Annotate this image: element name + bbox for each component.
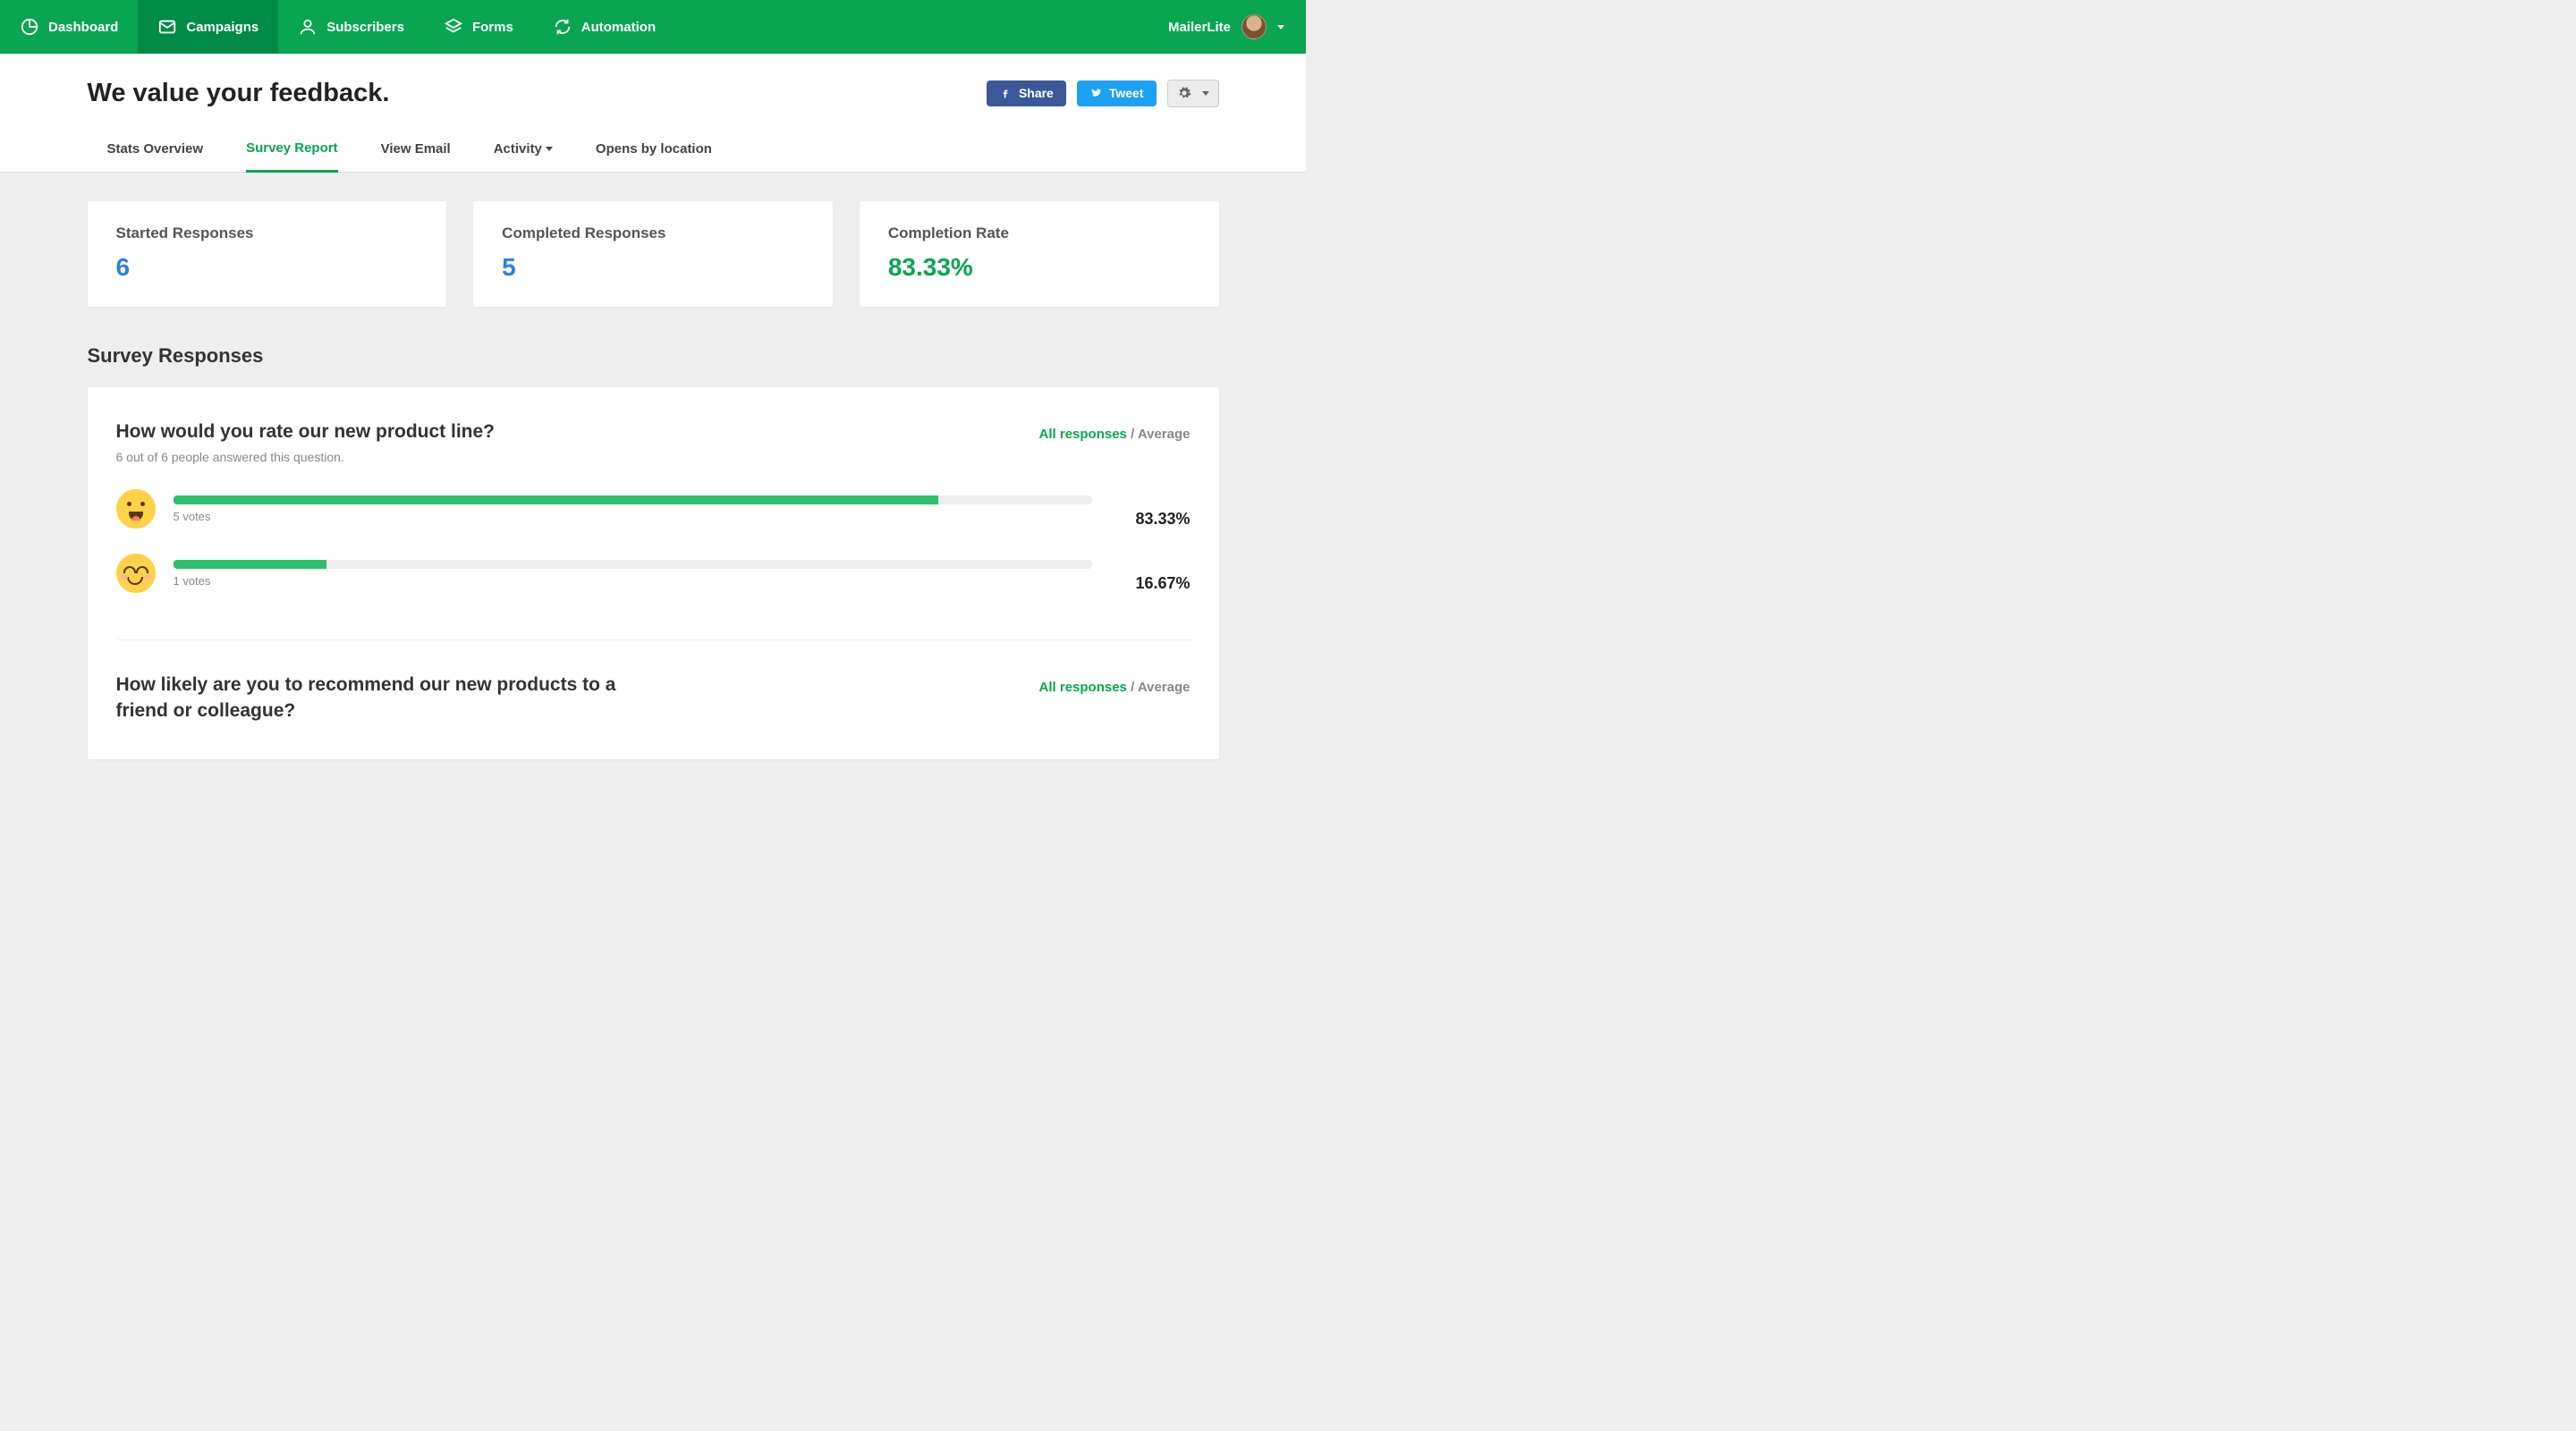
percent-text: 16.67% — [1110, 574, 1191, 593]
stat-value: 83.33% — [888, 253, 1191, 282]
emoji-smile-icon — [116, 554, 156, 593]
progress-bar — [174, 560, 1092, 569]
stat-label: Started Responses — [116, 224, 419, 242]
nav-dashboard[interactable]: Dashboard — [0, 0, 138, 54]
survey-card: How would you rate our new product line?… — [88, 387, 1219, 759]
mail-icon — [157, 17, 177, 37]
question-title: How likely are you to recommend our new … — [116, 673, 671, 724]
tab-opens-by-location[interactable]: Opens by location — [596, 131, 712, 172]
toggle-separator: / — [1131, 680, 1138, 695]
response-row: 1 votes 16.67% — [116, 554, 1191, 593]
tab-view-email[interactable]: View Email — [381, 131, 451, 172]
divider — [116, 639, 1191, 640]
toggle-separator: / — [1131, 427, 1138, 442]
tab-stats-overview[interactable]: Stats Overview — [107, 131, 204, 172]
header-band: We value your feedback. Share Tweet Stat… — [0, 54, 1306, 173]
response-toggle: All responses / Average — [1039, 427, 1191, 442]
facebook-icon — [999, 87, 1012, 99]
votes-text: 1 votes — [174, 574, 1092, 588]
question-block: How would you rate our new product line?… — [116, 419, 1191, 620]
settings-button[interactable] — [1167, 80, 1219, 107]
layers-icon — [444, 17, 463, 37]
question-subtitle: 6 out of 6 people answered this question… — [116, 450, 496, 464]
share-button[interactable]: Share — [987, 80, 1066, 106]
stat-card-completed: Completed Responses 5 — [473, 201, 833, 307]
nav-label: Automation — [581, 20, 656, 35]
page-title: We value your feedback. — [88, 79, 390, 108]
top-nav: Dashboard Campaigns Subscribers Forms Au… — [0, 0, 1306, 54]
nav-label: Campaigns — [186, 20, 258, 35]
response-row: 5 votes 83.33% — [116, 489, 1191, 529]
stat-card-started: Started Responses 6 — [88, 201, 447, 307]
user-icon — [298, 17, 318, 37]
nav-label: Subscribers — [326, 20, 404, 35]
tweet-button[interactable]: Tweet — [1077, 80, 1157, 106]
nav-label: Forms — [472, 20, 513, 35]
tab-survey-report[interactable]: Survey Report — [246, 131, 338, 173]
tabs: Stats Overview Survey Report View Email … — [88, 131, 1219, 172]
chevron-down-icon — [546, 147, 553, 151]
percent-text: 83.33% — [1110, 510, 1191, 529]
response-toggle: All responses / Average — [1039, 680, 1191, 695]
votes-text: 5 votes — [174, 510, 1092, 523]
question-block: How likely are you to recommend our new … — [116, 673, 1191, 750]
nav-automation[interactable]: Automation — [533, 0, 675, 54]
nav-forms[interactable]: Forms — [424, 0, 533, 54]
share-label: Share — [1019, 86, 1054, 100]
chevron-down-icon — [1202, 91, 1209, 96]
tweet-label: Tweet — [1109, 86, 1144, 100]
emoji-happy-icon — [116, 489, 156, 529]
brand-name: MailerLite — [1168, 20, 1231, 35]
stat-value: 5 — [502, 253, 804, 282]
stat-value: 6 — [116, 253, 419, 282]
nav-label: Dashboard — [48, 20, 118, 35]
avatar[interactable] — [1241, 14, 1267, 39]
stat-label: Completion Rate — [888, 224, 1191, 242]
toggle-all-responses[interactable]: All responses — [1039, 680, 1127, 695]
refresh-icon — [553, 17, 572, 37]
twitter-icon — [1089, 87, 1102, 99]
nav-campaigns[interactable]: Campaigns — [138, 0, 278, 54]
tab-activity[interactable]: Activity — [494, 131, 553, 172]
toggle-average[interactable]: Average — [1138, 427, 1191, 442]
toggle-average[interactable]: Average — [1138, 680, 1191, 695]
progress-bar — [174, 495, 1092, 504]
dashboard-icon — [20, 17, 39, 37]
tab-label: Activity — [494, 141, 542, 157]
section-heading: Survey Responses — [88, 344, 1219, 368]
toggle-all-responses[interactable]: All responses — [1039, 427, 1127, 442]
nav-subscribers[interactable]: Subscribers — [278, 0, 424, 54]
question-title: How would you rate our new product line? — [116, 419, 496, 445]
user-menu-caret-icon[interactable] — [1277, 25, 1284, 30]
stat-card-rate: Completion Rate 83.33% — [860, 201, 1219, 307]
stat-label: Completed Responses — [502, 224, 804, 242]
gear-icon — [1177, 86, 1191, 100]
